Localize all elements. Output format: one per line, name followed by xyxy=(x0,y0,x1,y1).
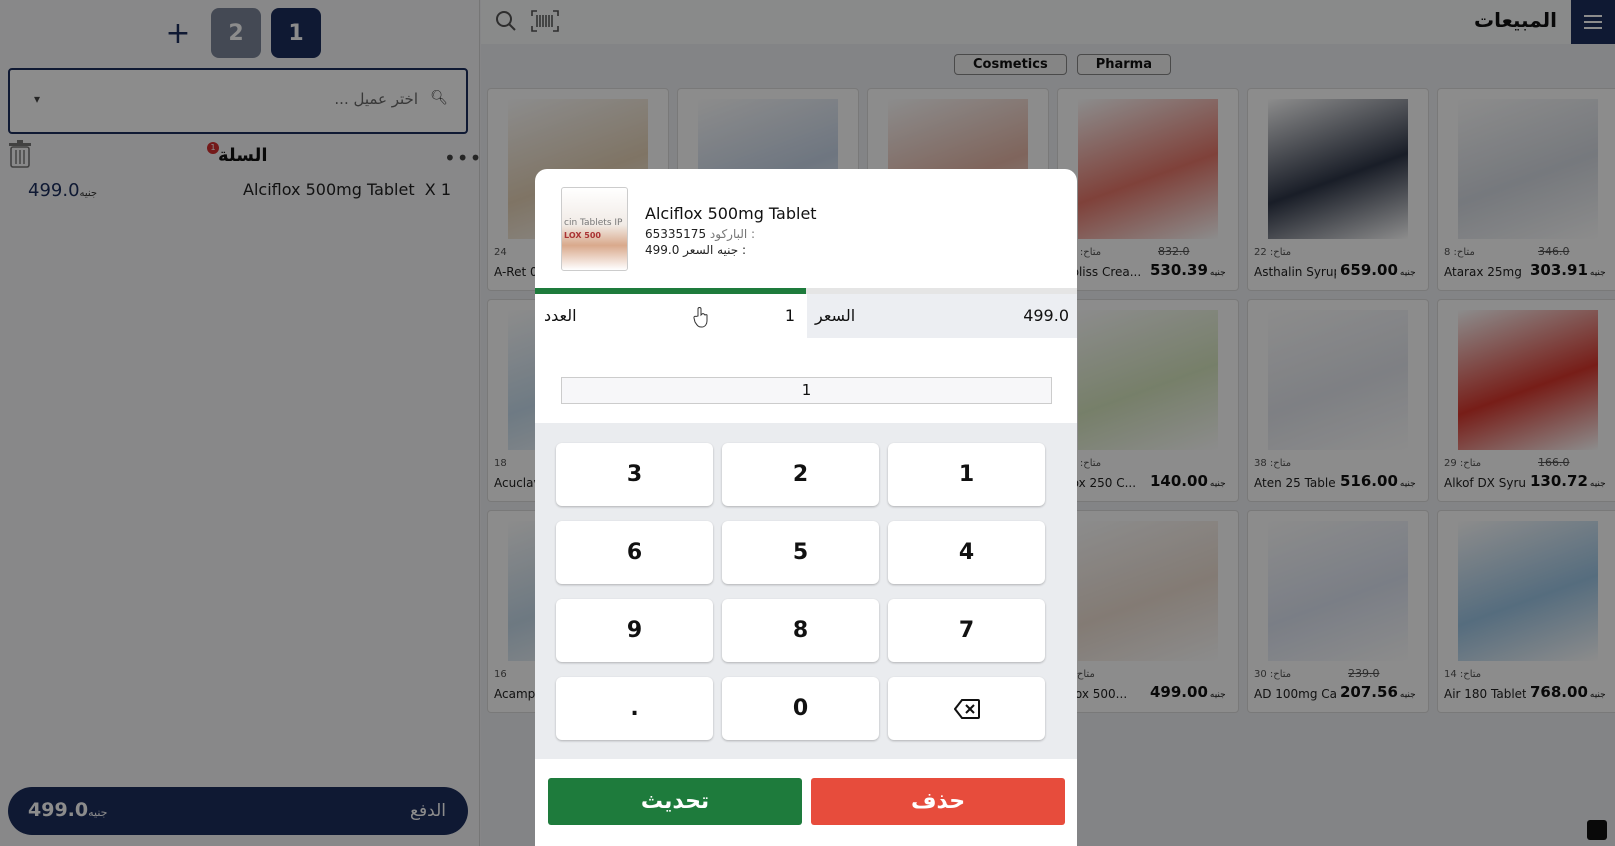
unit-price-label: السعر xyxy=(815,306,856,325)
key-backspace[interactable] xyxy=(888,677,1045,740)
key-9[interactable]: 9 xyxy=(556,599,713,662)
dialog-price: 499.0 جنيه السعر : xyxy=(645,243,747,257)
key-8[interactable]: 8 xyxy=(722,599,879,662)
dialog-product-name: Alciflox 500mg Tablet xyxy=(645,204,817,223)
key-5[interactable]: 5 xyxy=(722,521,879,584)
key-6[interactable]: 6 xyxy=(556,521,713,584)
key-4[interactable]: 4 xyxy=(888,521,1045,584)
unit-price-field[interactable]: السعر 499.0 xyxy=(807,294,1077,338)
update-button[interactable]: تحديث xyxy=(548,778,802,825)
key-7[interactable]: 7 xyxy=(888,599,1045,662)
key-1[interactable]: 1 xyxy=(888,443,1045,506)
field-row: العدد 1 السعر 499.0 xyxy=(535,294,1077,338)
key-3[interactable]: 3 xyxy=(556,443,713,506)
hand-pointer-icon xyxy=(693,307,708,328)
key-0[interactable]: 0 xyxy=(722,677,879,740)
key-2[interactable]: 2 xyxy=(722,443,879,506)
unit-price-value: 499.0 xyxy=(1023,306,1069,325)
backspace-icon xyxy=(953,698,980,719)
keypad-display: 1 xyxy=(561,377,1052,404)
product-thumbnail: cin Tablets IP LOX 500 xyxy=(561,187,628,271)
quantity-field[interactable]: العدد 1 xyxy=(535,294,805,338)
quantity-value: 1 xyxy=(784,306,795,325)
edit-item-dialog: cin Tablets IP LOX 500 Alciflox 500mg Ta… xyxy=(535,169,1077,846)
dialog-barcode: 65335175 الباركود : xyxy=(645,227,756,241)
key-decimal[interactable]: . xyxy=(556,677,713,740)
numeric-keypad: 1 2 3 4 5 6 7 8 9 0 . xyxy=(535,423,1077,759)
delete-button[interactable]: حذف xyxy=(811,778,1065,825)
quantity-label: العدد xyxy=(544,306,577,325)
